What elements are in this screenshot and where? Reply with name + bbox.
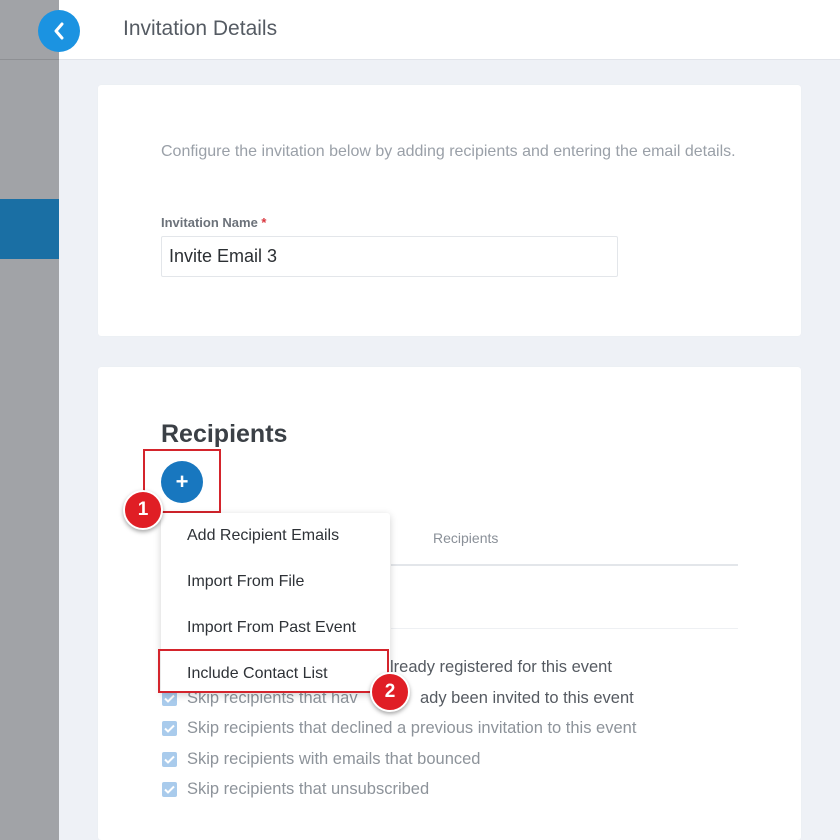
recipients-title: Recipients (161, 420, 288, 448)
invitation-name-label: Invitation Name * (161, 215, 266, 230)
check-icon (164, 724, 175, 733)
tab-underline (391, 564, 738, 566)
highlight-include-contact-list (158, 649, 389, 693)
chevron-left-icon (54, 22, 64, 40)
checkbox-bounced[interactable] (162, 751, 177, 767)
menu-item-add-recipient-emails[interactable]: Add Recipient Emails (187, 527, 339, 545)
checkbox-declined[interactable] (162, 720, 177, 736)
invitation-name-label-text: Invitation Name (161, 215, 258, 230)
option-label-declined: Skip recipients that declined a previous… (187, 718, 637, 737)
rail-divider (0, 59, 59, 60)
rail-active-item[interactable] (0, 199, 59, 259)
option-label-unsubscribed: Skip recipients that unsubscribed (187, 779, 430, 798)
option-row-unsubscribed[interactable]: Skip recipients that unsubscribed (162, 779, 429, 799)
check-icon (164, 755, 175, 764)
check-icon (164, 694, 175, 703)
checkbox-unsubscribed[interactable] (162, 781, 177, 797)
option-label-registered: lready registered for this event (390, 657, 612, 676)
back-button[interactable] (38, 10, 80, 52)
page-title: Invitation Details (123, 17, 278, 40)
option-label-bounced: Skip recipients with emails that bounced (187, 749, 481, 768)
option-row-declined[interactable]: Skip recipients that declined a previous… (162, 718, 636, 738)
menu-item-import-from-past-event[interactable]: Import From Past Event (187, 619, 356, 637)
row-divider (391, 628, 738, 629)
step-badge-1: 1 (123, 490, 163, 530)
menu-item-import-from-file[interactable]: Import From File (187, 573, 304, 591)
invitation-name-input[interactable] (161, 236, 618, 277)
invitation-card: Configure the invitation below by adding… (98, 85, 801, 336)
invitation-description: Configure the invitation below by adding… (161, 143, 736, 160)
required-mark: * (261, 215, 267, 230)
step-badge-2: 2 (370, 672, 410, 712)
option-row-bounced[interactable]: Skip recipients with emails that bounced (162, 749, 481, 769)
check-icon (164, 785, 175, 794)
left-rail (0, 0, 59, 840)
recipients-column-header[interactable]: Recipients (433, 530, 498, 546)
option-label-invited-suffix: ady been invited to this event (420, 688, 634, 707)
